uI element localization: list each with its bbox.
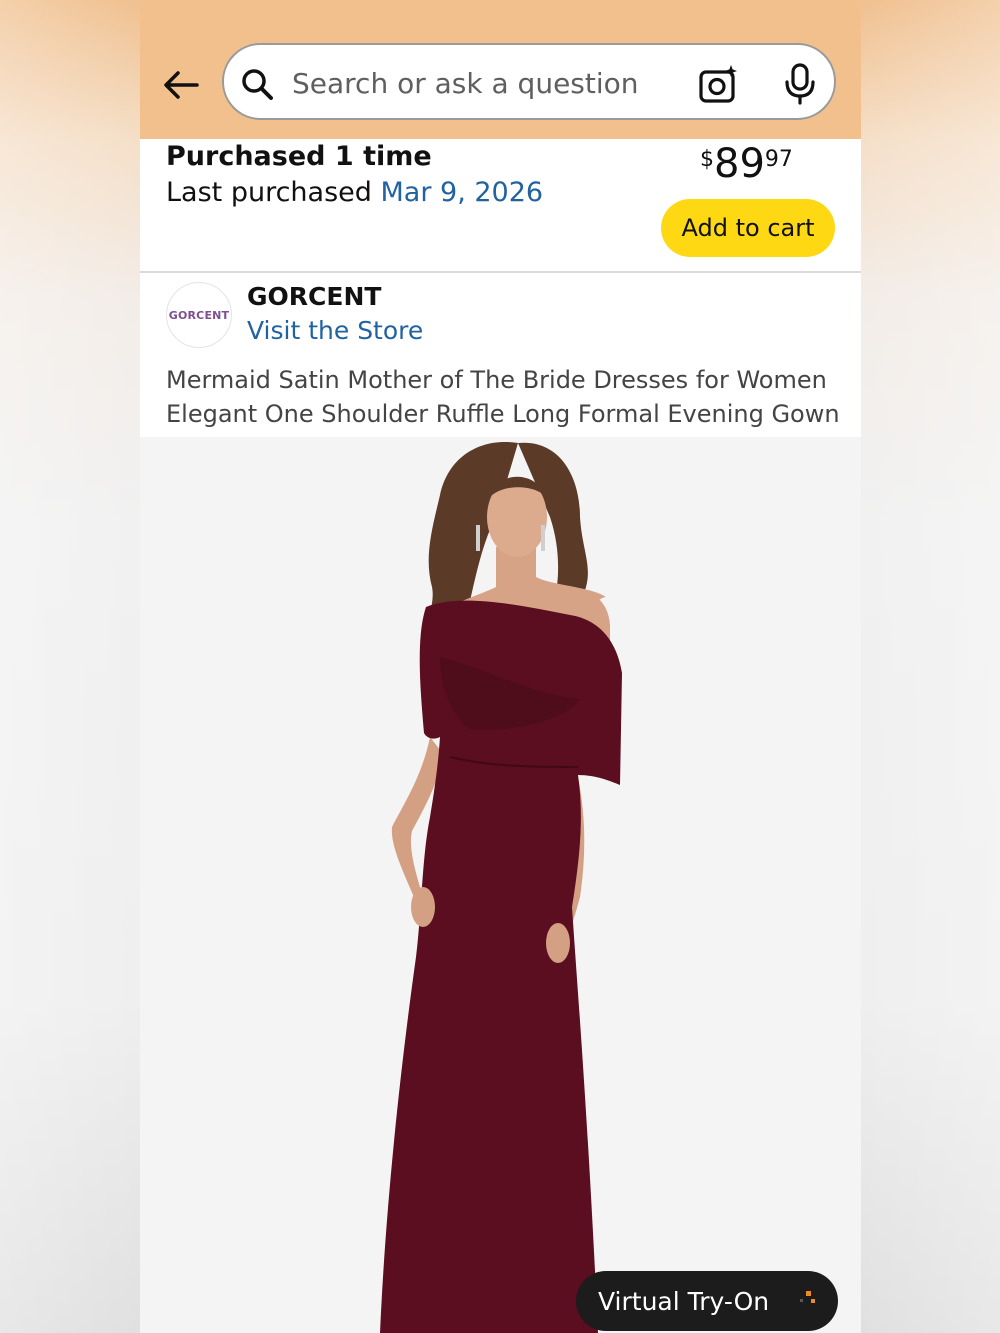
microphone-icon[interactable]: [782, 63, 818, 105]
left-background-fade: [0, 0, 140, 1333]
brand-logo[interactable]: GORCENT: [166, 282, 232, 348]
store-name: GORCENT: [247, 282, 382, 311]
product-title: Mermaid Satin Mother of The Bride Dresse…: [166, 366, 840, 428]
product-title-section: Mermaid Satin Mother of The Bride Dresse…: [140, 361, 861, 437]
add-to-cart-button[interactable]: Add to cart: [661, 199, 835, 257]
back-button[interactable]: [160, 65, 202, 105]
last-purchased-date[interactable]: Mar 9, 2026: [381, 177, 544, 208]
search-input[interactable]: [290, 61, 674, 105]
visit-store-link[interactable]: Visit the Store: [247, 316, 423, 345]
product-photo: [380, 441, 622, 1333]
purchase-history-panel: Purchased 1 time Last purchased Mar 9, 2…: [140, 139, 861, 273]
store-row: GORCENT GORCENT Visit the Store: [140, 273, 861, 361]
right-background-fade: [860, 0, 1000, 1333]
back-arrow-icon: [164, 71, 199, 99]
price-fraction: 97: [764, 147, 793, 172]
app-screen: Purchased 1 time Last purchased Mar 9, 2…: [140, 0, 861, 1333]
virtual-try-on-label: Virtual Try-On: [598, 1286, 770, 1316]
price: $8997: [700, 141, 793, 187]
price-whole: 89: [714, 141, 765, 187]
camera-lens-icon[interactable]: [698, 63, 740, 105]
last-purchased-label: Last purchased: [166, 177, 372, 208]
product-image-area[interactable]: [140, 437, 861, 1333]
search-header: [140, 0, 861, 139]
purchased-count: Purchased 1 time: [166, 141, 432, 172]
search-icon: [242, 69, 273, 100]
sparkle-icon: [800, 1291, 815, 1303]
search-bar[interactable]: [222, 43, 836, 120]
price-currency: $: [700, 147, 714, 172]
virtual-try-on-button[interactable]: Virtual Try-On: [576, 1271, 838, 1331]
last-purchased: Last purchased Mar 9, 2026: [166, 177, 543, 208]
